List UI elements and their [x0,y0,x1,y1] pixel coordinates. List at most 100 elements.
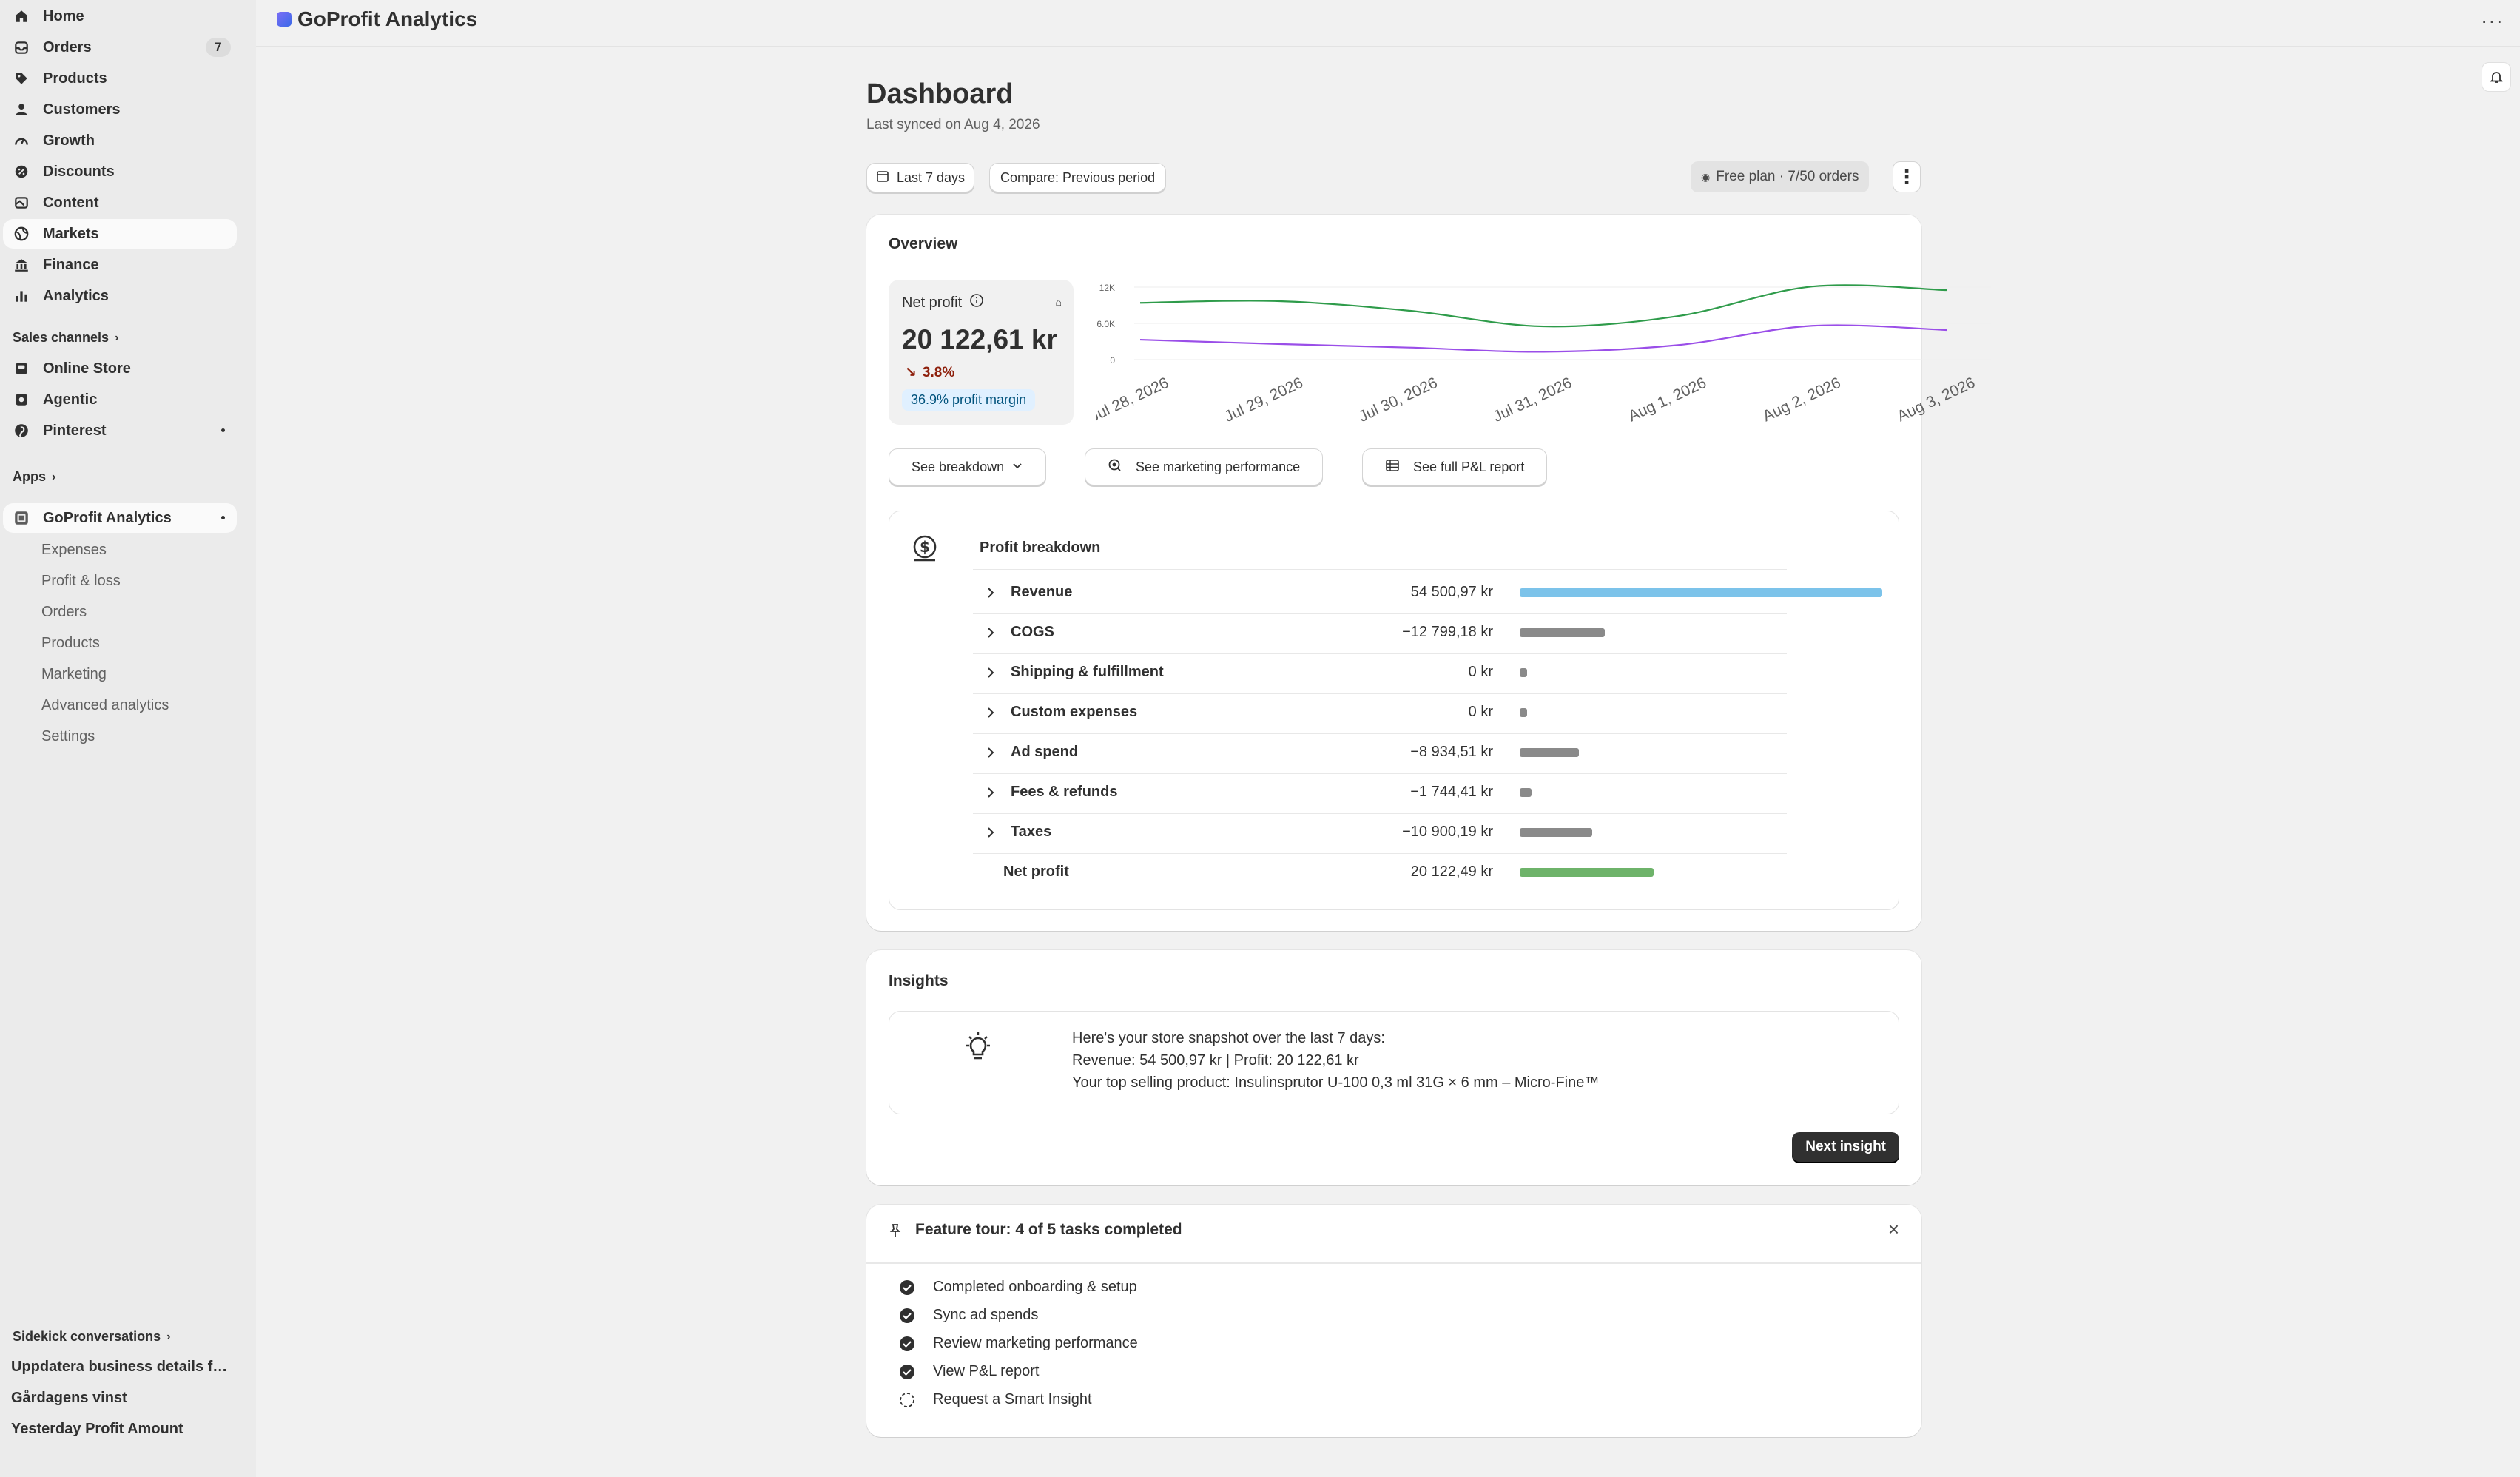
pin-icon[interactable]: ⌂ [1056,296,1062,308]
conversation-item[interactable]: Uppdatera business details fö... [11,1359,233,1376]
chevron-right-icon [986,826,996,843]
row-bar [1520,628,1606,637]
tour-task[interactable]: Sync ad spends [899,1307,1038,1324]
sub-item-expenses[interactable]: Expenses [41,535,107,565]
see-full-pl-report-button[interactable]: See full P&L report [1362,448,1548,485]
sidebar-item-orders[interactable]: Orders 7 [3,33,237,62]
sidebar-item-discounts[interactable]: Discounts [3,157,237,186]
sidebar-item-customers[interactable]: Customers [3,95,237,124]
see-breakdown-button[interactable]: See breakdown [889,448,1047,485]
sidebar-item-growth[interactable]: Growth [3,126,237,155]
insights-card: Insights Here's your store snapshot over… [866,950,1921,1185]
info-icon[interactable] [969,293,984,312]
sales-channels-link[interactable]: Sales channels › [13,330,118,346]
metric-label-text: Net profit [902,294,963,311]
total-value: 20 122,49 kr [1410,864,1493,880]
sidebar-item-goprofit[interactable]: GoProfit Analytics [3,503,237,533]
sidebar-item-label: Customers [43,101,121,118]
sub-item-marketing[interactable]: Marketing [41,659,107,689]
metric-change-value: 3.8% [922,364,955,380]
row-label: Revenue [1011,584,1073,600]
check-circle-icon [899,1279,915,1296]
profit-breakdown-row[interactable]: COGS −12 799,18 kr [889,613,1900,653]
profit-breakdown-row[interactable]: Taxes −10 900,19 kr [889,813,1900,853]
chevron-right-icon [986,786,996,803]
task-label: View P&L report [933,1363,1040,1379]
sidebar-item-label: GoProfit Analytics [43,509,172,526]
x-tick-label: Jul 31, 2026 [1491,374,1574,425]
table-icon [1385,458,1400,477]
profit-breakdown-row[interactable]: Shipping & fulfillment 0 kr [889,653,1900,693]
sidebar-item-pinterest[interactable]: Pinterest [3,416,237,445]
check-circle-icon [899,1308,915,1324]
sidebar-item-label: Orders [43,38,92,55]
next-insight-button[interactable]: Next insight [1792,1132,1899,1162]
goprofit-logo-icon [277,12,292,27]
insight-line: Revenue: 54 500,97 kr | Profit: 20 122,6… [1072,1052,1359,1069]
arrow-down-right-icon: ↘ [905,365,917,380]
conversation-item[interactable]: Yesterday Profit Amount [11,1421,233,1438]
tour-task[interactable]: View P&L report [899,1363,1039,1380]
metric-label: Net profit [902,293,984,312]
app-title: GoProfit Analytics [277,7,477,31]
dashed-circle-icon [899,1392,915,1408]
tour-task[interactable]: Review marketing performance [899,1335,1138,1352]
sidebar-item-agentic[interactable]: Agentic [3,385,237,414]
sidebar-item-content[interactable]: Content [3,188,237,218]
divider [866,1262,1921,1264]
conversation-item[interactable]: Gårdagens vinst [11,1390,233,1407]
bell-icon[interactable] [2482,62,2511,92]
overview-card: Overview Net profit ⌂ 20 122,61 kr ↘ 3.8… [866,215,1991,931]
date-range-button[interactable]: Last 7 days [866,163,975,192]
more-options-icon[interactable]: ··· [2481,9,2504,33]
sub-item-advanced-analytics[interactable]: Advanced analytics [41,690,169,720]
plan-badge[interactable]: ◉ Free plan · 7/50 orders [1691,161,1870,192]
profit-breakdown-row[interactable]: Ad spend −8 934,51 kr [889,733,1900,773]
profit-breakdown-row[interactable]: Revenue 54 500,97 kr [889,573,1900,613]
chevron-right-icon: › [166,1330,171,1343]
chevron-right-icon: › [115,331,119,344]
metric-value: 20 122,61 kr [902,324,1057,354]
net-profit-total-row: Net profit 20 122,49 kr [889,853,1900,893]
x-tick-label: Aug 3, 2026 [1895,374,1978,425]
sidebar-item-products[interactable]: Products [3,64,237,93]
row-label: COGS [1011,624,1054,640]
x-tick-label: Jul 28, 2026 [1096,374,1171,425]
sub-item-profit-loss[interactable]: Profit & loss [41,566,121,596]
sub-item-settings[interactable]: Settings [41,721,95,751]
compare-button[interactable]: Compare: Previous period [989,163,1167,192]
page-actions-menu-icon[interactable]: ⋮ [1893,161,1921,192]
sidekick-conversations-link[interactable]: Sidekick conversations › [13,1329,170,1345]
profit-breakdown-row[interactable]: Custom expenses 0 kr [889,693,1900,733]
profit-margin-badge: 36.9% profit margin [902,389,1036,411]
close-icon[interactable]: × [1888,1218,1899,1241]
insights-title: Insights [889,972,949,989]
row-label: Taxes [1011,824,1052,840]
row-bar [1520,828,1592,837]
apps-link[interactable]: Apps › [13,469,55,485]
sidebar-item-online-store[interactable]: Online Store [3,354,237,383]
last-synced-text: Last synced on Aug 4, 2026 [866,117,1040,132]
x-tick-label: Aug 1, 2026 [1625,374,1708,425]
bank-icon [12,255,31,275]
net-profit-chart: 12K 6.0K 0 Jul 28, 2026 Jul 29, 2026 Jul 30, … [1096,283,1991,425]
profit-breakdown-row[interactable]: Fees & refunds −1 744,41 kr [889,773,1900,813]
x-tick-label: Jul 30, 2026 [1356,374,1440,425]
net-profit-metric[interactable]: Net profit ⌂ 20 122,61 kr ↘ 3.8% 36.9% p… [889,280,1074,425]
sidebar-item-analytics[interactable]: Analytics [3,281,237,311]
row-bar [1520,788,1532,797]
row-bar [1520,668,1527,677]
sidebar-item-finance[interactable]: Finance [3,250,237,280]
sub-item-products[interactable]: Products [41,628,100,658]
tour-task[interactable]: Completed onboarding & setup [899,1279,1137,1296]
tag-icon [12,69,31,88]
sub-item-orders[interactable]: Orders [41,597,87,627]
sidebar-item-label: Analytics [43,287,109,304]
see-marketing-performance-button[interactable]: See marketing performance [1085,448,1324,485]
sidebar-item-home[interactable]: Home [3,1,237,31]
tour-task[interactable]: Request a Smart Insight [899,1391,1092,1408]
content-icon [12,193,31,212]
row-bar [1520,748,1580,757]
chevron-down-icon [1011,460,1023,475]
sidebar-item-markets[interactable]: Markets [3,219,237,249]
